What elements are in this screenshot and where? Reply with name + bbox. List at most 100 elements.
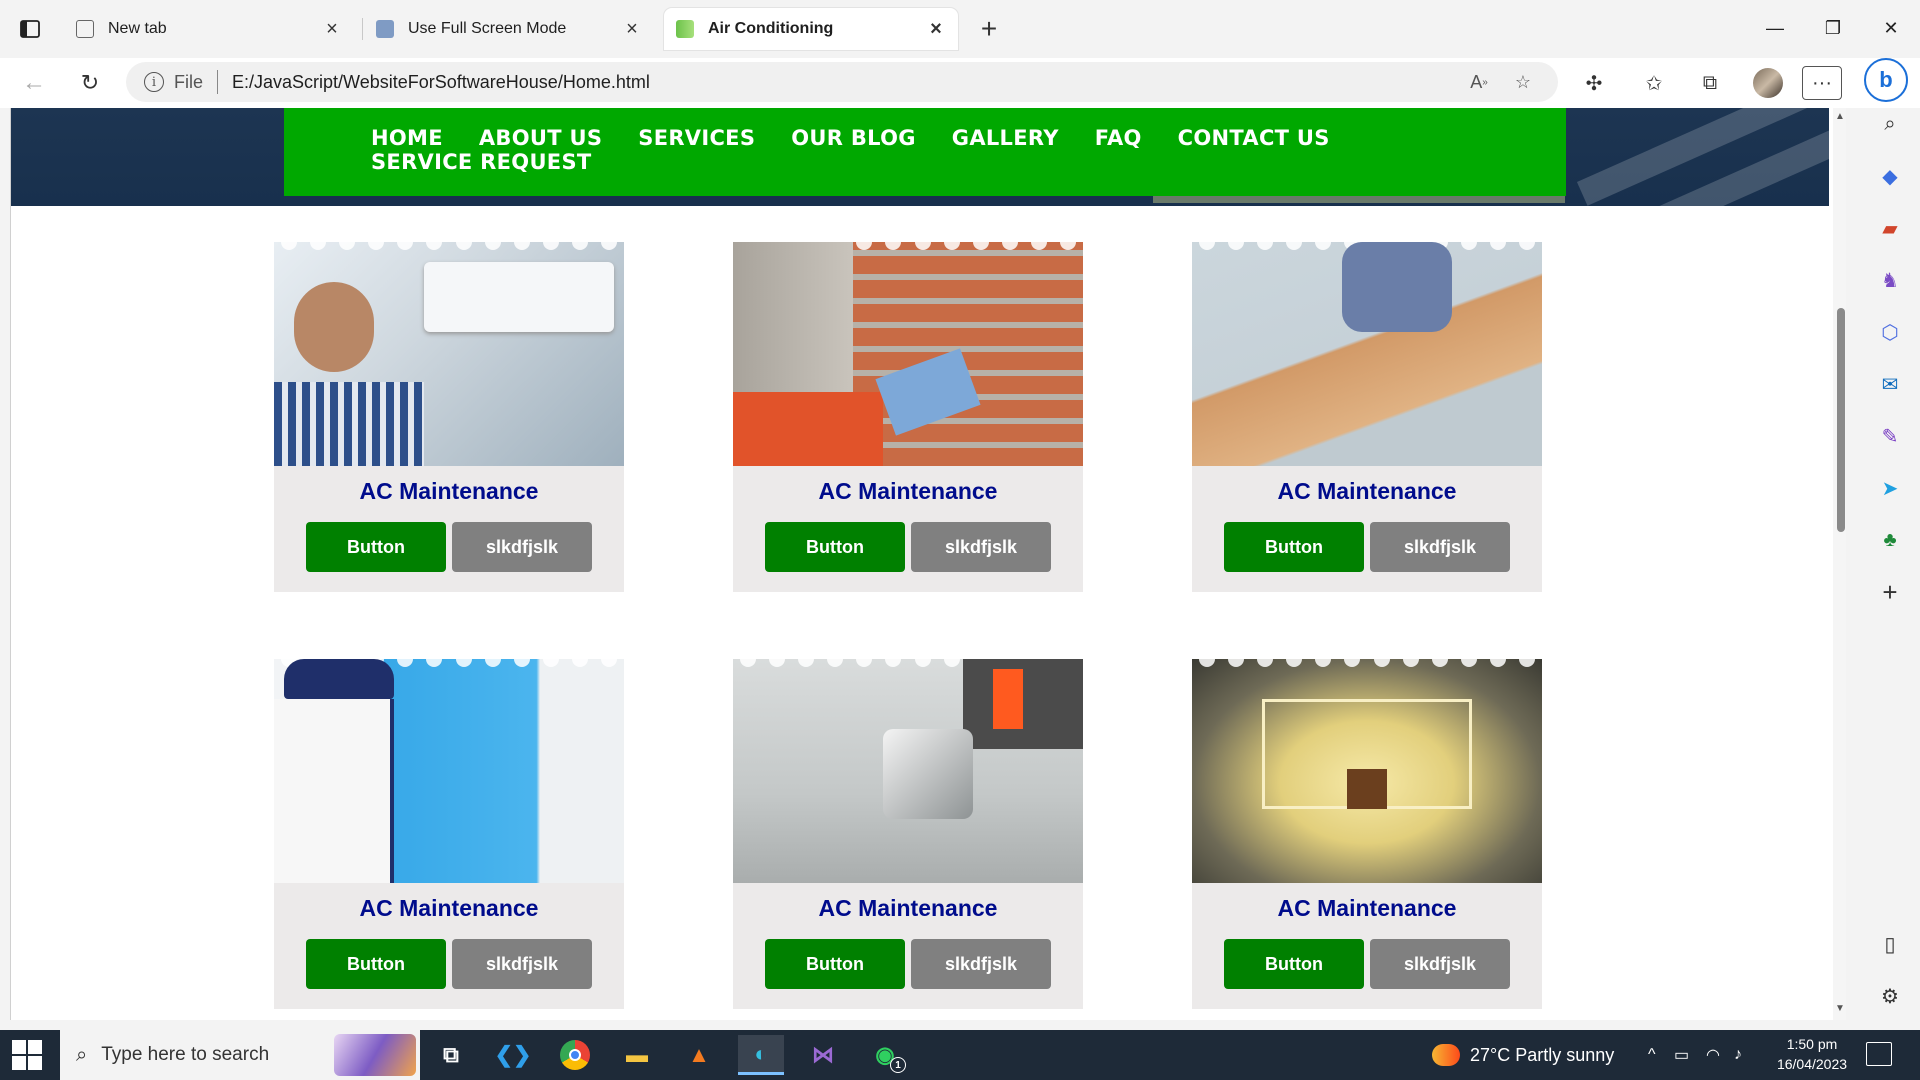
restore-icon[interactable]: ❐ [1810, 10, 1856, 46]
scroll-up-arrow-icon[interactable]: ▲ [1835, 112, 1845, 122]
chrome-app-icon[interactable] [552, 1035, 598, 1075]
tab-title: Air Conditioning [708, 20, 834, 37]
card-primary-button[interactable]: Button [306, 939, 446, 989]
sidebar-add-icon[interactable]: + [1874, 576, 1906, 608]
card-secondary-button[interactable]: slkdfjslk [1370, 939, 1510, 989]
ac-technician-photo [274, 242, 624, 466]
windows-taskbar: ⌕ Type here to search ⧉ ❮❯ ▬ ▲ ◐ ⋈ ◉ 1 27… [0, 1030, 1920, 1080]
card-button-row: Button slkdfjslk [274, 935, 624, 1009]
task-view-icon[interactable]: ⧉ [428, 1035, 474, 1075]
info-icon[interactable]: i [144, 72, 164, 92]
card-button-row: Button slkdfjslk [1192, 518, 1542, 592]
edge-app-icon[interactable]: ◐ [738, 1035, 784, 1075]
read-aloud-icon[interactable]: A» [1462, 65, 1496, 99]
extensions-puzzle-icon[interactable]: ✣ [1574, 66, 1614, 100]
sidebar-toggle-panel-icon[interactable]: ▯ [1874, 928, 1906, 960]
more-menu-icon[interactable]: ··· [1802, 66, 1842, 100]
service-card: AC Maintenance Button slkdfjslk [733, 242, 1083, 592]
sidebar-games-icon[interactable]: ♞ [1874, 264, 1906, 296]
nav-faq[interactable]: FAQ [1095, 126, 1142, 150]
close-icon[interactable]: × [622, 18, 642, 40]
windows-start-icon[interactable] [12, 1040, 42, 1070]
card-secondary-button[interactable]: slkdfjslk [452, 939, 592, 989]
close-icon[interactable]: × [322, 18, 342, 40]
search-icon: ⌕ [76, 1043, 88, 1066]
sidebar-tools-briefcase-icon[interactable]: ▰ [1874, 212, 1906, 244]
wifi-icon[interactable]: ◠ [1706, 1030, 1720, 1080]
collections-icon[interactable]: ⧉ [1690, 66, 1730, 100]
card-primary-button[interactable]: Button [1224, 939, 1364, 989]
refresh-icon[interactable]: ↻ [72, 66, 108, 100]
nav-home[interactable]: HOME [371, 126, 443, 150]
whatsapp-app-icon[interactable]: ◉ 1 [862, 1035, 908, 1075]
card-secondary-button[interactable]: slkdfjslk [1370, 522, 1510, 572]
minimize-icon[interactable]: — [1752, 10, 1798, 46]
card-secondary-button[interactable]: slkdfjslk [911, 522, 1051, 572]
volume-icon[interactable]: ♪ [1734, 1030, 1742, 1080]
scrollbar-thumb[interactable] [1837, 308, 1845, 532]
add-favorite-star-icon[interactable]: ☆ [1506, 65, 1540, 99]
nav-our-blog[interactable]: OUR BLOG [791, 126, 916, 150]
nav-about-us[interactable]: ABOUT US [479, 126, 602, 150]
taskbar-search-box[interactable]: ⌕ Type here to search [60, 1030, 420, 1080]
notification-center-icon[interactable] [1866, 1042, 1892, 1066]
sidebar-microsoft365-icon[interactable]: ⬡ [1874, 316, 1906, 348]
wall-painting-photo [274, 659, 624, 883]
vscode-app-icon[interactable]: ❮❯ [490, 1035, 536, 1075]
page-scrollbar[interactable]: ▲ ▼ [1833, 108, 1846, 1020]
card-primary-button[interactable]: Button [306, 522, 446, 572]
nav-links: HOME ABOUT US SERVICES OUR BLOG GALLERY … [371, 126, 1371, 174]
new-tab-page-icon [76, 20, 94, 38]
vlc-cone-icon[interactable]: ▲ [676, 1035, 722, 1075]
tab-actions-icon[interactable] [12, 12, 48, 46]
card-primary-button[interactable]: Button [765, 522, 905, 572]
sidebar-send-icon[interactable]: ➤ [1874, 472, 1906, 504]
battery-icon[interactable]: ▭ [1674, 1030, 1689, 1080]
card-button-row: Button slkdfjslk [733, 935, 1083, 1009]
card-primary-button[interactable]: Button [1224, 522, 1364, 572]
nav-gallery[interactable]: GALLERY [952, 126, 1059, 150]
taskbar-clock[interactable]: 1:50 pm 16/04/2023 [1762, 1034, 1862, 1074]
profile-avatar[interactable] [1748, 66, 1788, 100]
scroll-down-arrow-icon[interactable]: ▼ [1835, 1004, 1845, 1014]
nav-service-request[interactable]: SERVICE REQUEST [371, 150, 592, 174]
close-window-icon[interactable]: ✕ [1868, 10, 1914, 46]
card-title: AC Maintenance [1277, 478, 1457, 504]
tab-full-screen-mode[interactable]: Use Full Screen Mode × [364, 8, 654, 50]
brick-plastering-photo [733, 242, 1083, 466]
nav-services[interactable]: SERVICES [638, 126, 755, 150]
search-highlight-art-icon [334, 1034, 416, 1076]
weather-widget[interactable]: 27°C Partly sunny [1432, 1030, 1614, 1080]
tab-air-conditioning[interactable]: Air Conditioning × [664, 8, 958, 50]
address-url[interactable]: E:/JavaScript/WebsiteForSoftwareHouse/Ho… [232, 72, 1452, 93]
visual-studio-app-icon[interactable]: ⋈ [800, 1035, 846, 1075]
service-card: AC Maintenance Button slkdfjslk [1192, 659, 1542, 1009]
sidebar-tree-icon[interactable]: ♣ [1874, 524, 1906, 556]
sidebar-outlook-icon[interactable]: ✉ [1874, 368, 1906, 400]
close-icon[interactable]: × [926, 18, 946, 40]
address-bar[interactable]: i File E:/JavaScript/WebsiteForSoftwareH… [126, 62, 1558, 102]
card-secondary-button[interactable]: slkdfjslk [452, 522, 592, 572]
sidebar-shopping-tag-icon[interactable]: ◆ [1874, 160, 1906, 192]
sidebar-settings-gear-icon[interactable]: ⚙ [1874, 980, 1906, 1012]
favorites-icon[interactable]: ✩ [1634, 66, 1674, 100]
tray-chevron-up-icon[interactable]: ^ [1648, 1030, 1656, 1080]
back-arrow-icon[interactable]: ← [16, 66, 52, 100]
edge-sidebar: ⌕ ◆ ▰ ♞ ⬡ ✉ ✎ ➤ ♣ + ▯ ⚙ [1860, 108, 1920, 1020]
card-secondary-button[interactable]: slkdfjslk [911, 939, 1051, 989]
card-primary-button[interactable]: Button [765, 939, 905, 989]
new-tab-plus-icon[interactable]: + [972, 12, 1006, 46]
service-card: AC Maintenance Button slkdfjslk [274, 242, 624, 592]
partly-sunny-icon [1432, 1044, 1460, 1066]
bing-chat-icon[interactable]: b [1864, 58, 1908, 102]
sidebar-designer-icon[interactable]: ✎ [1874, 420, 1906, 452]
file-explorer-folder-icon[interactable]: ▬ [614, 1035, 660, 1075]
weather-text: 27°C Partly sunny [1470, 1044, 1615, 1065]
tab-strip: New tab × Use Full Screen Mode × Air Con… [0, 0, 1920, 58]
tab-new-tab[interactable]: New tab × [64, 8, 354, 50]
tab-title: New tab [108, 20, 167, 37]
nav-contact-us[interactable]: CONTACT US [1178, 126, 1330, 150]
photo-scallop-edge [274, 242, 624, 250]
sidebar-search-icon[interactable]: ⌕ [1874, 108, 1906, 140]
photo-scallop-edge [1192, 659, 1542, 667]
